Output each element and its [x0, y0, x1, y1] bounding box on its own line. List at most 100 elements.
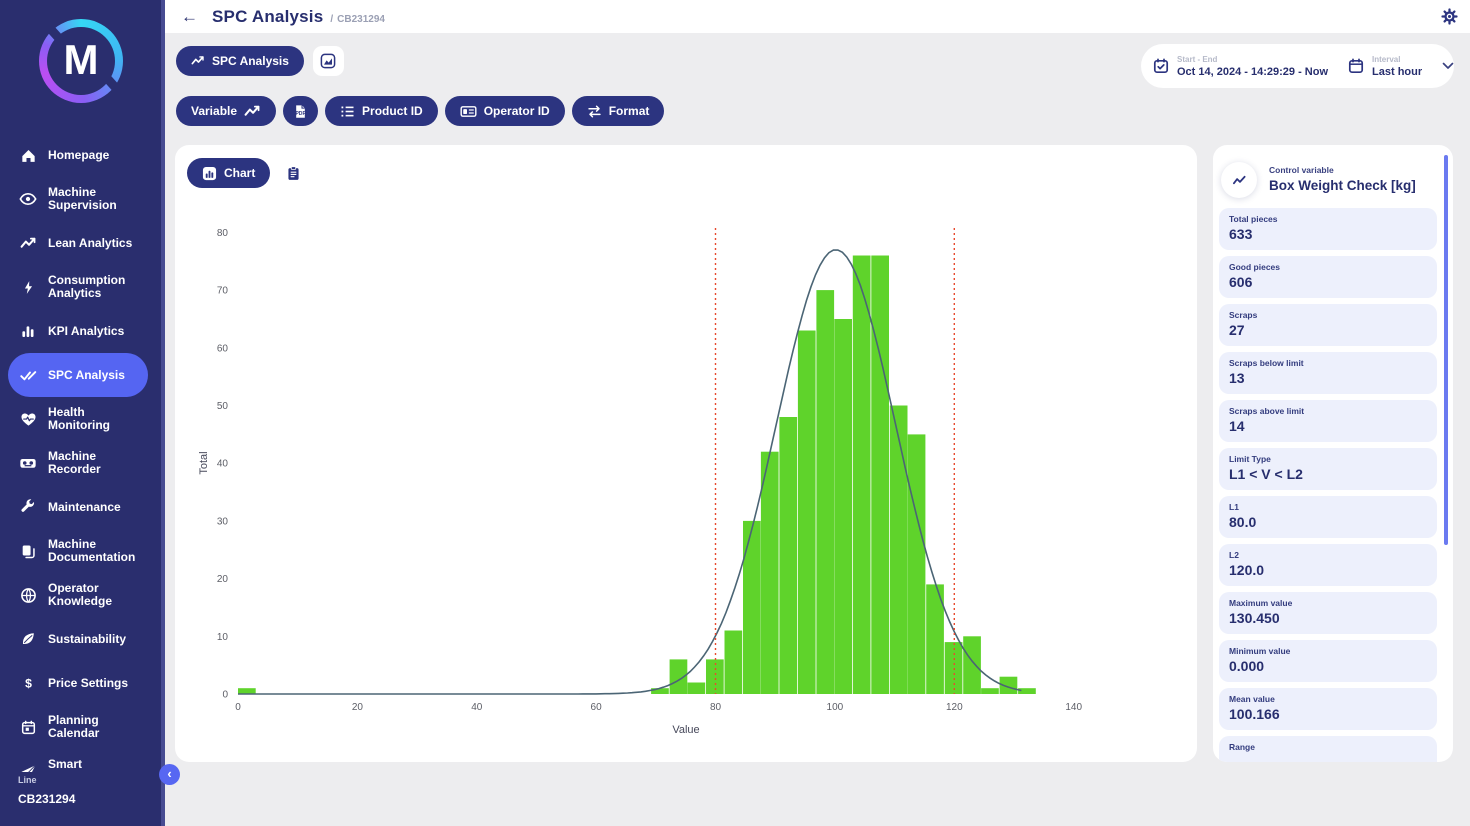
- stat-value: 0.000: [1229, 658, 1427, 674]
- tab-spc-analysis[interactable]: SPC Analysis: [176, 46, 304, 76]
- globe-icon: [19, 586, 37, 604]
- date-range-picker[interactable]: Start - End Oct 14, 2024 - 14:29:29 - No…: [1153, 55, 1328, 78]
- clipboard-icon[interactable]: [286, 165, 301, 182]
- trend-icon: [244, 103, 261, 120]
- sidebar-item-label: Planning Calendar: [48, 714, 144, 740]
- breadcrumb-separator: /: [330, 14, 333, 25]
- sidebar-item-label: Machine Recorder: [48, 450, 144, 476]
- calendar-icon: [1348, 58, 1364, 74]
- sidebar-item-lean-analytics[interactable]: Lean Analytics: [8, 221, 148, 265]
- stat-value: 27: [1229, 322, 1427, 338]
- page-title: SPC Analysis: [212, 7, 323, 27]
- stat-row-l2: L2 120.0: [1219, 544, 1437, 586]
- filter-variable-button[interactable]: Variable: [176, 96, 276, 126]
- heart-icon: [19, 410, 37, 428]
- svg-text:20: 20: [217, 574, 229, 585]
- filter-operator-id-button[interactable]: Operator ID: [445, 96, 565, 126]
- sidebar-item-label: Machine Documentation: [48, 538, 144, 564]
- line-value: CB231294: [18, 792, 161, 806]
- sidebar-item-maintenance[interactable]: Maintenance: [8, 485, 148, 529]
- sidebar-scrollbar[interactable]: [161, 0, 165, 826]
- calendar-check-icon: [1153, 58, 1169, 74]
- id-card-icon: [460, 104, 477, 119]
- filter-label: Variable: [191, 104, 237, 118]
- recorder-icon: [19, 454, 37, 472]
- sidebar-item-machine-documentation[interactable]: Machine Documentation: [8, 529, 148, 573]
- sidebar-item-machine-recorder[interactable]: Machine Recorder: [8, 441, 148, 485]
- stat-row-total-pieces: Total pieces 633: [1219, 208, 1437, 250]
- sidebar-item-consumption-analytics[interactable]: Consumption Analytics: [8, 265, 148, 309]
- interval-label: Interval: [1372, 55, 1422, 64]
- chevron-down-icon[interactable]: [1442, 62, 1454, 70]
- stat-label: Good pieces: [1229, 262, 1427, 272]
- start-end-value: Oct 14, 2024 - 14:29:29 - Now: [1177, 66, 1328, 78]
- home-icon: [19, 146, 37, 164]
- chart-view-label: Chart: [224, 166, 255, 180]
- svg-text:120: 120: [946, 702, 963, 713]
- sidebar-item-spc-analysis[interactable]: SPC Analysis: [8, 353, 148, 397]
- bar-chart-icon: [202, 166, 217, 181]
- filter-label: Operator ID: [484, 104, 550, 118]
- sidebar-item-homepage[interactable]: Homepage: [8, 133, 148, 177]
- app-logo: M: [39, 19, 123, 103]
- stat-label: L1: [1229, 502, 1427, 512]
- stat-label: Range: [1229, 742, 1427, 752]
- breadcrumb: /CB231294: [330, 14, 385, 25]
- stat-value: 13: [1229, 370, 1427, 386]
- sidebar-item-label: KPI Analytics: [48, 325, 124, 338]
- top-header: ← SPC Analysis /CB231294: [165, 0, 1470, 33]
- date-interval-card: Start - End Oct 14, 2024 - 14:29:29 - No…: [1141, 44, 1454, 88]
- wrench-icon: [19, 498, 37, 516]
- stat-value: 80.0: [1229, 514, 1427, 530]
- tab-row: SPC Analysis: [176, 46, 344, 76]
- panel-scrollbar[interactable]: [1444, 155, 1448, 545]
- tab-area-chart-button[interactable]: [313, 46, 344, 76]
- back-arrow-icon[interactable]: ←: [181, 7, 198, 27]
- sidebar-item-sustainability[interactable]: Sustainability: [8, 617, 148, 661]
- double-check-icon: [19, 366, 37, 384]
- sidebar-item-planning-calendar[interactable]: Planning Calendar: [8, 705, 148, 749]
- svg-text:40: 40: [217, 459, 229, 470]
- sidebar-item-operator-knowledge[interactable]: Operator Knowledge: [8, 573, 148, 617]
- sidebar-item-kpi-analytics[interactable]: KPI Analytics: [8, 309, 148, 353]
- filter-pdf-button[interactable]: PDF: [283, 96, 318, 126]
- interval-picker[interactable]: Interval Last hour: [1348, 55, 1454, 78]
- stat-row-l1: L1 80.0: [1219, 496, 1437, 538]
- sidebar-item-price-settings[interactable]: $Price Settings: [8, 661, 148, 705]
- svg-text:PDF: PDF: [295, 110, 305, 116]
- stat-value: 120.0: [1229, 562, 1427, 578]
- sidebar-item-label: Operator Knowledge: [48, 582, 144, 608]
- svg-text:20: 20: [352, 702, 364, 713]
- stat-label: Total pieces: [1229, 214, 1427, 224]
- stat-value: 606: [1229, 274, 1427, 290]
- svg-text:60: 60: [591, 702, 603, 713]
- stat-label: Scraps above limit: [1229, 406, 1427, 416]
- sidebar-item-machine-supervision[interactable]: Machine Supervision: [8, 177, 148, 221]
- svg-text:60: 60: [217, 343, 229, 354]
- filter-product-id-button[interactable]: Product ID: [325, 96, 438, 126]
- stat-value: L1 < V < L2: [1229, 466, 1427, 482]
- stat-value: 100.166: [1229, 706, 1427, 722]
- stat-row-scraps-below-limit: Scraps below limit13: [1219, 352, 1437, 394]
- interval-value: Last hour: [1372, 66, 1422, 78]
- sidebar-item-label: Sustainability: [48, 633, 126, 646]
- stat-value: 633: [1229, 226, 1427, 242]
- sidebar-item-label: Homepage: [48, 149, 109, 162]
- filter-label: Format: [609, 104, 650, 118]
- svg-text:140: 140: [1065, 702, 1082, 713]
- svg-text:30: 30: [217, 516, 229, 527]
- filter-format-button[interactable]: Format: [572, 96, 665, 126]
- stat-row-mean-value: Mean value100.166: [1219, 688, 1437, 730]
- chart-view-button[interactable]: Chart: [187, 158, 270, 188]
- stat-label: L2: [1229, 550, 1427, 560]
- stat-label: Limit Type: [1229, 454, 1427, 464]
- gear-icon[interactable]: [1441, 8, 1458, 25]
- leaf-icon: [19, 630, 37, 648]
- start-end-label: Start - End: [1177, 55, 1328, 64]
- sidebar-item-health-monitoring[interactable]: Health Monitoring: [8, 397, 148, 441]
- svg-text:70: 70: [217, 286, 229, 297]
- sidebar-collapse-button[interactable]: ‹: [159, 764, 180, 785]
- control-variable-value: Box Weight Check [kg]: [1269, 178, 1416, 193]
- stat-row-scraps: Scraps27: [1219, 304, 1437, 346]
- eye-icon: [19, 190, 37, 208]
